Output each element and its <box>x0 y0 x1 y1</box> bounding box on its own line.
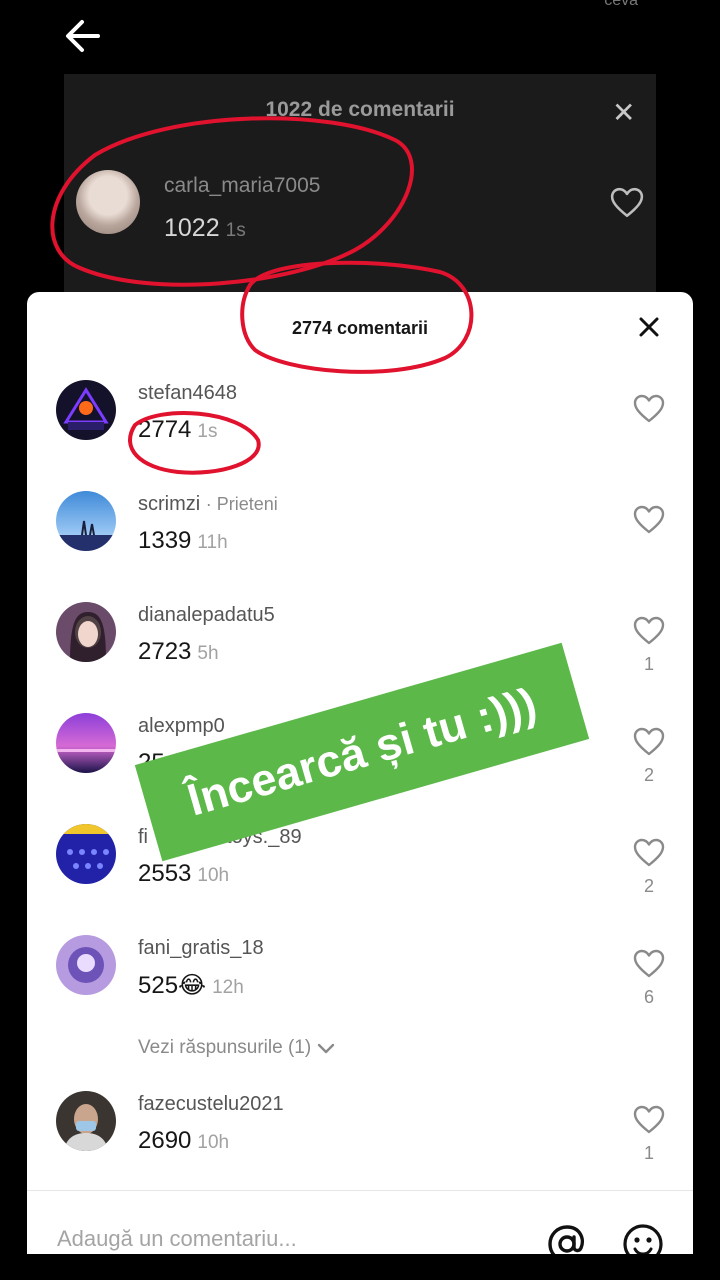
avatar-image <box>56 713 116 773</box>
view-replies-button[interactable]: Vezi răspunsurile (1) <box>138 1037 336 1059</box>
comment-body: 1339 <box>138 527 192 554</box>
comment-username-text: fi <box>138 826 148 848</box>
comment-text: 2723 5h <box>138 638 219 666</box>
like-heart-icon[interactable] <box>633 616 665 646</box>
like-heart-icon[interactable] <box>633 1105 665 1135</box>
comment-text: 2690 10h <box>138 1127 229 1155</box>
comment-text: 2774 1s <box>138 416 217 444</box>
background-close-icon: ✕ <box>612 97 636 128</box>
comment-text: 2553 10h <box>138 860 229 888</box>
background-comment-time: 1s <box>225 220 246 241</box>
comment-time: 1s <box>197 421 218 442</box>
comment-row: dianalepadatu5 2723 5h 1 <box>27 602 693 702</box>
comment-time: 10h <box>197 865 230 886</box>
comment-username[interactable]: alexpmp0 <box>138 715 225 738</box>
view-replies-label: Vezi răspunsurile (1) <box>138 1037 312 1058</box>
comment-username-text: alexpmp0 <box>138 715 225 737</box>
friends-tag: · Prieteni <box>205 494 278 514</box>
comment-username[interactable]: stefan4648 <box>138 382 237 405</box>
comment-row: fi toys._89 2553 10h 2 <box>27 824 693 924</box>
comment-row: scrimzi · Prieteni 1339 11h <box>27 491 693 591</box>
comment-time: 12h <box>212 977 244 998</box>
comment-body: 2690 <box>138 1127 192 1154</box>
at-sign-icon <box>548 1225 585 1254</box>
avatar[interactable] <box>56 824 116 884</box>
chevron-down-icon <box>318 1043 335 1054</box>
avatar-image <box>56 602 116 662</box>
background-comments-panel: 1022 de comentarii ✕ carla_maria7005 102… <box>64 74 656 314</box>
background-heart-icon <box>610 187 644 218</box>
avatar-image <box>56 380 116 440</box>
mention-button[interactable] <box>545 1222 589 1254</box>
avatar[interactable] <box>56 491 116 551</box>
comment-username-text: dianalepadatu5 <box>138 604 275 626</box>
comment-time: 10h <box>197 1132 230 1153</box>
like-count: 6 <box>643 987 654 1007</box>
like-count: 1 <box>643 654 654 674</box>
background-username: carla_maria7005 <box>164 174 321 197</box>
input-divider <box>27 1190 693 1191</box>
comment-username[interactable]: fani_gratis_18 <box>138 937 264 960</box>
arrow-left-icon <box>66 20 100 52</box>
comment-body: 2723 <box>138 638 192 665</box>
comment-username[interactable]: dianalepadatu5 <box>138 604 275 627</box>
comment-username-text: fani_gratis_18 <box>138 937 264 959</box>
emoji-button[interactable] <box>621 1222 665 1254</box>
comment-row: fani_gratis_18 525😂 12h 6 <box>27 935 693 1035</box>
comment-input[interactable]: Adaugă un comentariu... <box>57 1226 297 1252</box>
avatar-image <box>56 935 116 995</box>
comment-body: 525😂 <box>138 972 207 999</box>
comment-text: 1339 11h <box>138 527 228 555</box>
background-comment-text: 1022 1s <box>164 214 246 243</box>
comment-body: 2553 <box>138 860 192 887</box>
like-count: 1 <box>643 1143 654 1163</box>
close-button[interactable] <box>636 314 662 340</box>
avatar[interactable] <box>56 713 116 773</box>
like-heart-icon[interactable] <box>633 838 665 868</box>
comment-username-text: stefan4648 <box>138 382 237 404</box>
comment-username-text: fazecustelu2021 <box>138 1093 284 1115</box>
like-count: 2 <box>643 876 654 896</box>
like-heart-icon[interactable] <box>633 505 665 535</box>
avatar-image <box>56 491 116 551</box>
background-comment-number: 1022 <box>164 214 220 242</box>
background-avatar <box>76 170 140 234</box>
background-comments-title: 1022 de comentarii <box>265 98 455 121</box>
comment-text: 525😂 12h <box>138 971 244 1000</box>
comment-row: fazecustelu2021 2690 10h 1 <box>27 1091 693 1191</box>
avatar[interactable] <box>56 380 116 440</box>
close-icon <box>639 317 659 337</box>
comments-count-title: 2774 comentarii <box>291 318 429 338</box>
avatar-image <box>56 824 116 884</box>
comment-row: stefan4648 2774 1s <box>27 380 693 480</box>
smiley-icon <box>623 1224 663 1254</box>
like-heart-icon[interactable] <box>633 949 665 979</box>
like-heart-icon[interactable] <box>633 727 665 757</box>
avatar[interactable] <box>56 935 116 995</box>
avatar-image <box>56 1091 116 1151</box>
top-fragment-text: ceva <box>604 0 638 9</box>
like-heart-icon[interactable] <box>633 394 665 424</box>
comment-time: 11h <box>197 532 228 553</box>
comment-username[interactable]: fazecustelu2021 <box>138 1093 284 1116</box>
like-count: 2 <box>643 765 654 785</box>
avatar[interactable] <box>56 1091 116 1151</box>
back-button[interactable] <box>62 16 106 56</box>
comment-username[interactable]: scrimzi · Prieteni <box>138 493 278 516</box>
comment-time: 5h <box>197 643 219 664</box>
comment-username-text: scrimzi <box>138 493 201 515</box>
avatar[interactable] <box>56 602 116 662</box>
comment-body: 2774 <box>138 416 192 443</box>
